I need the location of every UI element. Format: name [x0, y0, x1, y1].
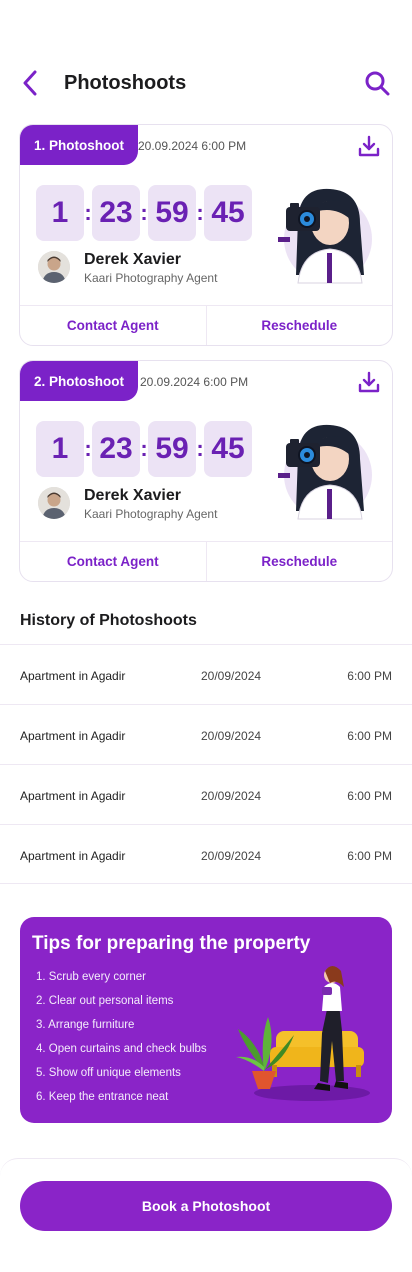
search-button[interactable] [362, 68, 392, 98]
history-row-time: 6:00 PM [347, 669, 392, 683]
countdown-seconds: 45 [204, 421, 252, 477]
contact-agent-button[interactable]: Contact Agent [20, 306, 206, 345]
countdown-separator: : [140, 200, 148, 225]
history-row-time: 6:00 PM [347, 729, 392, 743]
countdown-separator: : [196, 436, 204, 461]
tip-item: 6. Keep the entrance neat [36, 1091, 169, 1103]
countdown-timer: 1 : 23 : 59 : 45 [36, 421, 252, 477]
avatar [38, 251, 70, 283]
tips-title: Tips for preparing the property [32, 933, 311, 954]
countdown-days: 1 [36, 421, 84, 477]
countdown-separator: : [196, 200, 204, 225]
bottom-action-bar: Book a Photoshoot [0, 1158, 412, 1272]
tip-item: 1. Scrub every corner [36, 971, 146, 983]
history-row-date: 20/09/2024 [201, 849, 262, 863]
history-title: History of Photoshoots [20, 612, 197, 629]
photoshoot-tag: 1. Photoshoot [20, 125, 138, 165]
reschedule-button[interactable]: Reschedule [205, 306, 393, 345]
history-row[interactable]: Apartment in Agadir 20/09/2024 6:00 PM [0, 704, 412, 764]
tip-item: 5. Show off unique elements [36, 1067, 181, 1079]
avatar [38, 487, 70, 519]
photoshoot-card: 1. Photoshoot 20.09.2024 6:00 PM 1 : 23 … [19, 124, 393, 346]
header: Photoshoots [0, 60, 412, 106]
countdown-minutes: 59 [148, 185, 196, 241]
agent-role: Kaari Photography Agent [84, 271, 218, 285]
history-row[interactable]: Apartment in Agadir 20/09/2024 6:00 PM [0, 824, 412, 884]
card-actions: Contact Agent Reschedule [20, 305, 392, 345]
countdown-separator: : [84, 200, 92, 225]
photoshoot-datetime: 20.09.2024 6:00 PM [140, 375, 249, 389]
search-icon [365, 71, 390, 96]
home-staging-illustration [232, 961, 372, 1111]
agent-name: Derek Xavier [84, 487, 181, 504]
tip-item: 4. Open curtains and check bulbs [36, 1043, 207, 1055]
countdown-separator: : [84, 436, 92, 461]
history-row[interactable]: Apartment in Agadir 20/09/2024 6:00 PM [0, 644, 412, 704]
photographer-illustration [278, 183, 374, 285]
book-photoshoot-button[interactable]: Book a Photoshoot [20, 1181, 392, 1231]
history-row[interactable]: Apartment in Agadir 20/09/2024 6:00 PM [0, 764, 412, 824]
chevron-left-icon [23, 70, 37, 96]
history-row-date: 20/09/2024 [201, 789, 262, 803]
photoshoot-datetime: 20.09.2024 6:00 PM [138, 139, 247, 153]
countdown-seconds: 45 [204, 185, 252, 241]
history-row-time: 6:00 PM [347, 849, 392, 863]
photoshoot-card: 2. Photoshoot 20.09.2024 6:00 PM 1 : 23 … [19, 360, 393, 582]
history-row-name: Apartment in Agadir [20, 789, 126, 803]
agent-role: Kaari Photography Agent [84, 507, 218, 521]
tips-list: 1. Scrub every corner 2. Clear out perso… [36, 969, 207, 1113]
contact-agent-button[interactable]: Contact Agent [20, 542, 206, 581]
tips-card: Tips for preparing the property 1. Scrub… [20, 917, 392, 1123]
card-actions: Contact Agent Reschedule [20, 541, 392, 581]
history-row-date: 20/09/2024 [201, 729, 262, 743]
history-row-time: 6:00 PM [347, 789, 392, 803]
tip-item: 2. Clear out personal items [36, 995, 174, 1007]
countdown-minutes: 59 [148, 421, 196, 477]
photographer-illustration [278, 419, 374, 521]
tip-item: 3. Arrange furniture [36, 1019, 135, 1031]
countdown-days: 1 [36, 185, 84, 241]
download-icon [358, 371, 380, 393]
download-button[interactable] [356, 369, 382, 395]
back-button[interactable] [16, 68, 44, 98]
page-title: Photoshoots [64, 72, 187, 94]
countdown-hours: 23 [92, 421, 140, 477]
history-row-date: 20/09/2024 [201, 669, 262, 683]
reschedule-button[interactable]: Reschedule [205, 542, 393, 581]
countdown-timer: 1 : 23 : 59 : 45 [36, 185, 252, 241]
agent-name: Derek Xavier [84, 251, 181, 268]
download-icon [358, 135, 380, 157]
download-button[interactable] [356, 133, 382, 159]
photoshoot-tag: 2. Photoshoot [20, 361, 138, 401]
history-list: Apartment in Agadir 20/09/2024 6:00 PM A… [0, 644, 412, 884]
history-row-name: Apartment in Agadir [20, 849, 126, 863]
history-row-name: Apartment in Agadir [20, 669, 126, 683]
history-row-name: Apartment in Agadir [20, 729, 126, 743]
countdown-hours: 23 [92, 185, 140, 241]
countdown-separator: : [140, 436, 148, 461]
